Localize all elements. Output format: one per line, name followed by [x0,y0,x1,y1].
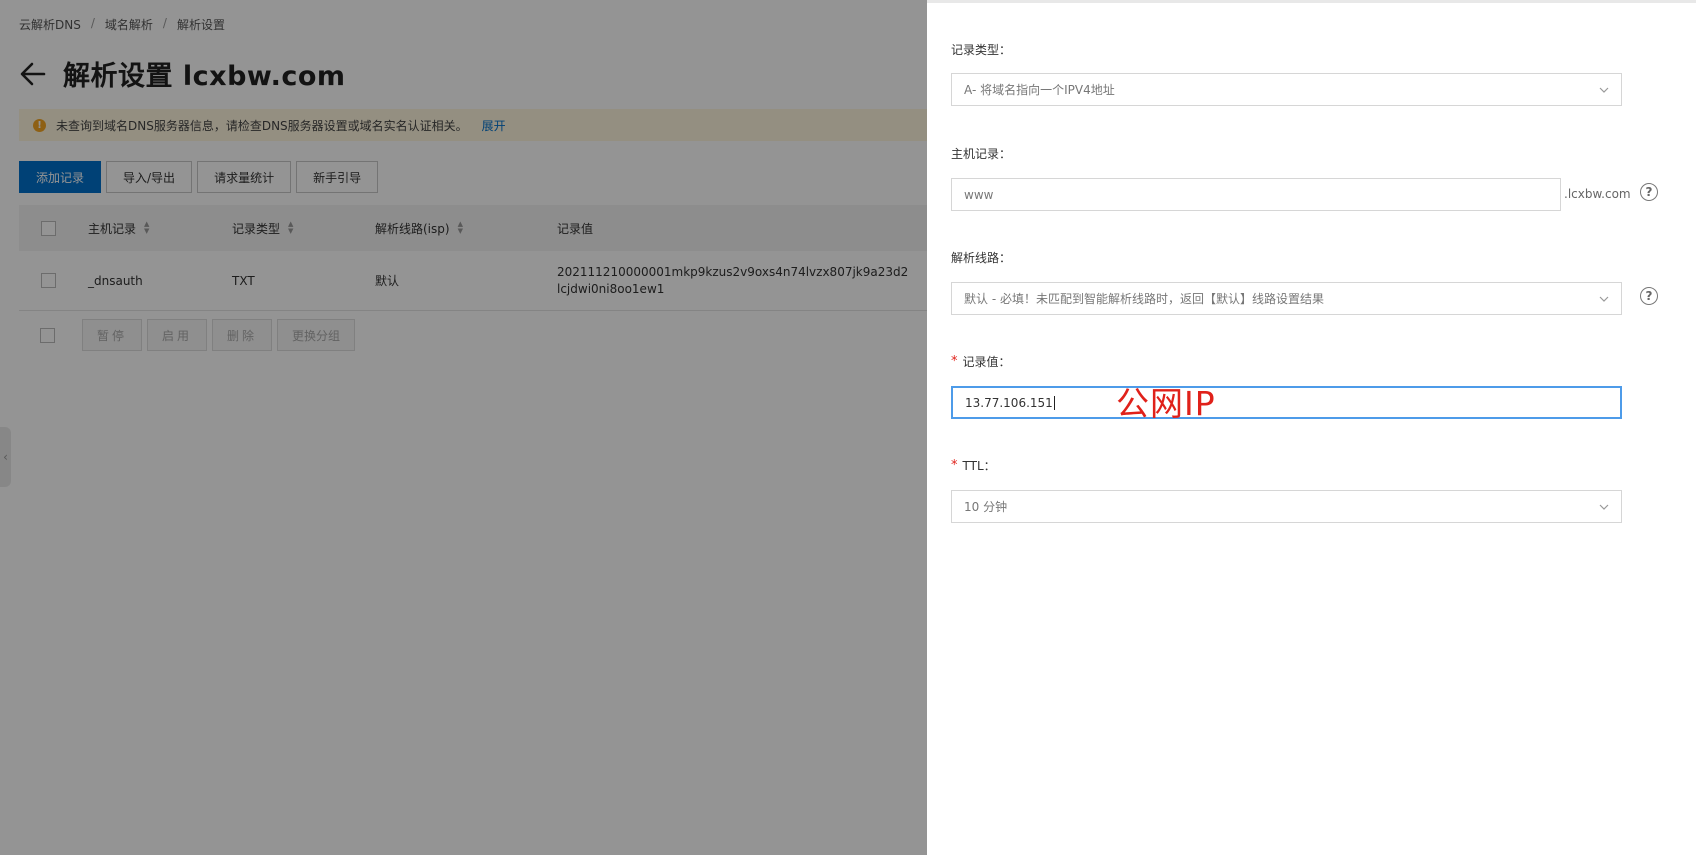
text-caret [1053,395,1055,410]
domain-suffix: .lcxbw.com [1564,187,1631,201]
public-ip-annotation: 公网IP [1116,384,1216,423]
resolution-line-select[interactable]: 默认 - 必填！未匹配到智能解析线路时，返回【默认】线路设置结果 [951,282,1622,315]
ttl-label-text: TTL： [962,459,996,473]
help-icon[interactable]: ? [1640,183,1658,201]
ttl-select[interactable]: 10 分钟 [951,490,1622,523]
modal-overlay[interactable] [0,0,927,855]
host-record-value: www [964,187,994,202]
chevron-down-icon [1599,504,1609,510]
record-type-value: A- 将域名指向一个IPV4地址 [964,83,1115,97]
resolution-line-label: 解析线路： [951,251,1012,265]
page: 云解析DNS / 域名解析 / 解析设置 解析设置 lcxbw.com ! 未查… [0,0,1696,855]
ttl-value: 10 分钟 [964,500,1008,514]
chevron-down-icon [1599,87,1609,93]
required-mark: * [951,354,958,369]
required-mark: * [951,458,958,473]
record-value-input[interactable]: 13.77.106.151 [951,386,1622,419]
record-type-label: 记录类型： [951,43,1012,57]
add-record-drawer: 记录类型： A- 将域名指向一个IPV4地址 主机记录： www .lcxbw.… [927,0,1696,855]
help-icon[interactable]: ? [1640,287,1658,305]
record-type-select[interactable]: A- 将域名指向一个IPV4地址 [951,73,1622,106]
record-value-label-text: 记录值： [962,355,1011,369]
resolution-line-value: 默认 - 必填！未匹配到智能解析线路时，返回【默认】线路设置结果 [964,292,1324,306]
record-value-label: * 记录值： [951,353,1011,370]
chevron-down-icon [1599,296,1609,302]
ttl-label: * TTL： [951,457,996,474]
host-record-label: 主机记录： [951,147,1012,161]
host-record-input[interactable]: www [951,178,1561,211]
record-value-text: 13.77.106.151 [965,395,1053,410]
